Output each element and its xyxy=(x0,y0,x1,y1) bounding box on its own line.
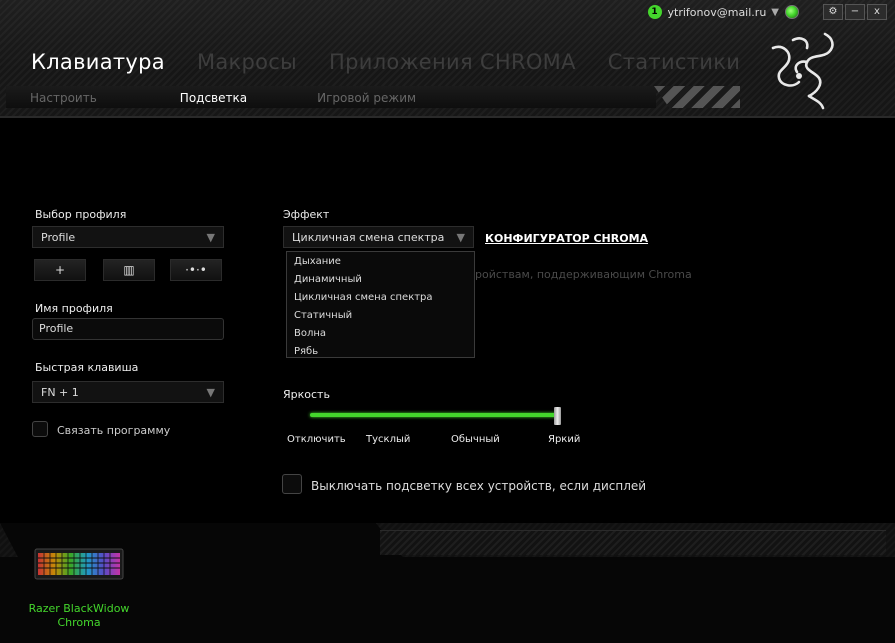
profile-select-value: Profile xyxy=(41,230,76,244)
brightness-label: Яркость xyxy=(283,388,330,401)
chevron-down-icon: ▼ xyxy=(456,230,465,244)
dropdown-option-wave[interactable]: Волна xyxy=(287,325,474,343)
chroma-hint-text: ройствам, поддерживающим Chroma xyxy=(475,268,692,281)
razer-logo xyxy=(771,32,834,110)
effect-select-value: Цикличная смена спектра xyxy=(292,230,445,244)
main-nav: Клавиатура Макросы Приложения CHROMA Ста… xyxy=(31,50,772,74)
dropdown-option-ripple[interactable]: Рябь xyxy=(287,343,474,361)
add-profile-button[interactable]: + xyxy=(34,259,86,281)
tab-macros[interactable]: Макросы xyxy=(197,50,297,74)
chroma-configurator-link[interactable]: КОНФИГУРАТОР CHROMA xyxy=(485,232,648,245)
device-name-line2: Chroma xyxy=(57,616,101,629)
tab-keyboard[interactable]: Клавиатура xyxy=(31,50,165,74)
link-program-label: Связать программу xyxy=(57,424,171,437)
notification-badge[interactable]: 1 xyxy=(647,5,662,19)
user-bar: 1 ytrifonov@mail.ru ▼ xyxy=(647,4,799,20)
dropdown-option-static[interactable]: Статичный xyxy=(287,307,474,325)
tab-chroma-apps[interactable]: Приложения CHROMA xyxy=(329,50,576,74)
chevron-down-icon: ▼ xyxy=(206,385,215,399)
display-off-label: Выключать подсветку всех устройств, если… xyxy=(311,479,647,493)
device-name[interactable]: Razer BlackWidow Chroma xyxy=(20,602,138,630)
hotkey-select[interactable]: FN + 1 ▼ xyxy=(32,381,224,403)
more-profile-options-button[interactable]: ·•·• xyxy=(170,259,222,281)
brightness-tick-dim: Тусклый xyxy=(366,434,411,445)
settings-gear-icon[interactable]: ⚙ xyxy=(823,4,843,20)
hotkey-select-value: FN + 1 xyxy=(41,385,79,399)
profile-select[interactable]: Profile ▼ xyxy=(32,226,224,248)
online-status-icon[interactable] xyxy=(785,5,799,19)
profile-select-label: Выбор профиля xyxy=(35,208,127,221)
chevron-down-icon: ▼ xyxy=(206,230,215,244)
link-program-checkbox[interactable] xyxy=(32,421,48,437)
subtab-game-mode[interactable]: Игровой режим xyxy=(317,91,416,105)
brightness-tick-normal: Обычный xyxy=(451,434,500,445)
display-off-checkbox[interactable] xyxy=(282,474,302,494)
user-menu-chevron-icon[interactable]: ▼ xyxy=(771,7,779,18)
profile-name-label: Имя профиля xyxy=(35,302,113,315)
subtab-customize[interactable]: Настроить xyxy=(30,91,97,105)
brightness-tick-bright: Яркий xyxy=(548,434,581,445)
window-controls: ⚙ − x xyxy=(823,4,887,20)
tab-statistics[interactable]: Статистики xyxy=(608,50,740,74)
subtab-lighting[interactable]: Подсветка xyxy=(180,91,247,105)
effect-dropdown-list: Дыхание Динамичный Цикличная смена спект… xyxy=(286,251,475,358)
delete-profile-button[interactable]: ▥ xyxy=(103,259,155,281)
footer-plate xyxy=(380,530,886,555)
brightness-slider-track[interactable] xyxy=(310,413,558,417)
hotkey-label: Быстрая клавиша xyxy=(35,361,139,374)
brightness-slider-handle[interactable] xyxy=(554,407,561,425)
dropdown-option-reactive[interactable]: Динамичный xyxy=(287,271,474,289)
minimize-button[interactable]: − xyxy=(845,4,865,20)
effect-label: Эффект xyxy=(283,208,330,221)
dropdown-option-spectrum-cycling[interactable]: Цикличная смена спектра xyxy=(287,289,474,307)
profile-name-input[interactable]: Profile xyxy=(32,318,224,340)
sub-nav: Настроить Подсветка Игровой режим xyxy=(30,91,416,105)
device-name-line1: Razer BlackWidow xyxy=(28,602,130,615)
brightness-tick-off: Отключить xyxy=(287,434,346,445)
dropdown-option-breathing[interactable]: Дыхание xyxy=(287,253,474,271)
close-button[interactable]: x xyxy=(867,4,887,20)
user-email[interactable]: ytrifonov@mail.ru xyxy=(668,6,767,19)
keyboard-device-icon[interactable] xyxy=(34,547,124,581)
effect-select[interactable]: Цикличная смена спектра ▼ xyxy=(283,226,474,248)
